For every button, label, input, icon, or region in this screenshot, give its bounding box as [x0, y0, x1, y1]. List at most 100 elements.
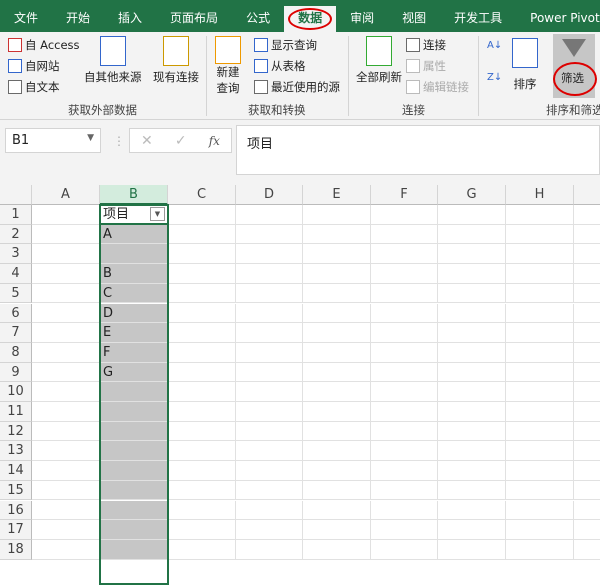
cell[interactable]	[371, 244, 438, 265]
cell[interactable]: F	[100, 342, 168, 363]
cell[interactable]	[168, 224, 236, 245]
cell[interactable]	[236, 205, 303, 225]
sort-descending-button[interactable]: Z↓	[487, 72, 502, 83]
cell[interactable]	[574, 284, 600, 304]
cell[interactable]	[303, 382, 371, 402]
cell[interactable]	[371, 500, 438, 521]
cell[interactable]	[371, 224, 438, 245]
column-header-E[interactable]: E	[303, 185, 371, 205]
cell[interactable]	[236, 244, 303, 265]
column-header-C[interactable]: C	[168, 185, 236, 205]
cell[interactable]	[32, 402, 100, 422]
row-header-5[interactable]: 5	[0, 283, 32, 304]
cell[interactable]	[438, 421, 506, 442]
cell[interactable]	[506, 303, 574, 324]
cell[interactable]	[100, 539, 168, 560]
drag-handle[interactable]: ⋮	[113, 134, 125, 148]
cell[interactable]	[168, 402, 236, 422]
cell[interactable]	[438, 461, 506, 481]
cancel-icon[interactable]: ✕	[141, 133, 153, 149]
cell[interactable]	[168, 303, 236, 324]
cell[interactable]	[100, 461, 168, 481]
cell[interactable]	[438, 205, 506, 225]
cell[interactable]: G	[100, 362, 168, 383]
cell[interactable]	[574, 520, 600, 540]
cell[interactable]	[574, 343, 600, 363]
cell[interactable]	[371, 323, 438, 343]
row-header-3[interactable]: 3	[0, 244, 32, 265]
cell[interactable]	[371, 441, 438, 462]
cell[interactable]	[371, 520, 438, 540]
cell[interactable]	[168, 441, 236, 462]
cell[interactable]	[303, 539, 371, 560]
cell[interactable]	[371, 283, 438, 304]
cell[interactable]	[574, 205, 600, 225]
cell[interactable]	[168, 362, 236, 383]
cell[interactable]	[236, 323, 303, 343]
sort-ascending-button[interactable]: A↓	[487, 40, 502, 51]
cell[interactable]	[506, 520, 574, 540]
row-header-6[interactable]: 6	[0, 303, 32, 324]
select-all-corner[interactable]	[0, 185, 32, 205]
row-header-4[interactable]: 4	[0, 264, 32, 284]
row-header-9[interactable]: 9	[0, 362, 32, 383]
cell[interactable]	[574, 501, 600, 521]
cell[interactable]	[574, 264, 600, 284]
cell[interactable]	[303, 323, 371, 343]
cell[interactable]	[32, 283, 100, 304]
cell[interactable]	[236, 264, 303, 284]
cell[interactable]	[100, 244, 168, 265]
cell[interactable]	[371, 382, 438, 402]
cell[interactable]	[438, 539, 506, 560]
cell[interactable]	[506, 421, 574, 442]
cell[interactable]	[438, 441, 506, 462]
cell[interactable]	[303, 362, 371, 383]
recent-sources-button[interactable]: 最近使用的源	[254, 79, 340, 95]
cell[interactable]	[32, 224, 100, 245]
cell[interactable]	[168, 480, 236, 501]
tab-1[interactable]: 开始	[52, 6, 104, 32]
cell[interactable]	[438, 323, 506, 343]
cell[interactable]	[168, 323, 236, 343]
cell[interactable]	[371, 303, 438, 324]
cell[interactable]	[438, 500, 506, 521]
cell[interactable]	[574, 323, 600, 343]
cell[interactable]	[32, 244, 100, 265]
cell[interactable]	[303, 224, 371, 245]
tab-2[interactable]: 插入	[104, 6, 156, 32]
row-header-7[interactable]: 7	[0, 323, 32, 343]
cell[interactable]	[32, 303, 100, 324]
cell[interactable]	[32, 421, 100, 442]
cell[interactable]	[236, 283, 303, 304]
filter-dropdown-button[interactable]: ▼	[150, 207, 165, 221]
column-header-B[interactable]: B	[100, 185, 168, 205]
row-header-10[interactable]: 10	[0, 382, 32, 402]
cell[interactable]	[506, 224, 574, 245]
row-header-2[interactable]: 2	[0, 224, 32, 245]
cell[interactable]	[32, 480, 100, 501]
cell[interactable]	[574, 402, 600, 422]
cell[interactable]	[303, 441, 371, 462]
cell[interactable]	[438, 480, 506, 501]
cell[interactable]	[438, 402, 506, 422]
cell[interactable]	[100, 441, 168, 462]
cell[interactable]	[168, 421, 236, 442]
cell[interactable]	[506, 539, 574, 560]
cell[interactable]	[438, 520, 506, 540]
cell[interactable]	[100, 402, 168, 422]
cell[interactable]	[236, 461, 303, 481]
cell[interactable]	[506, 323, 574, 343]
cell[interactable]	[236, 520, 303, 540]
row-header-8[interactable]: 8	[0, 342, 32, 363]
cell[interactable]	[303, 244, 371, 265]
cell[interactable]: C	[100, 283, 168, 304]
cell[interactable]	[506, 205, 574, 225]
enter-icon[interactable]: ✓	[175, 133, 187, 149]
cell[interactable]	[574, 461, 600, 481]
cell[interactable]	[32, 362, 100, 383]
cell[interactable]	[168, 500, 236, 521]
cell[interactable]	[236, 224, 303, 245]
tab-0[interactable]: 文件	[0, 6, 52, 32]
cell[interactable]	[168, 539, 236, 560]
cell[interactable]	[100, 480, 168, 501]
